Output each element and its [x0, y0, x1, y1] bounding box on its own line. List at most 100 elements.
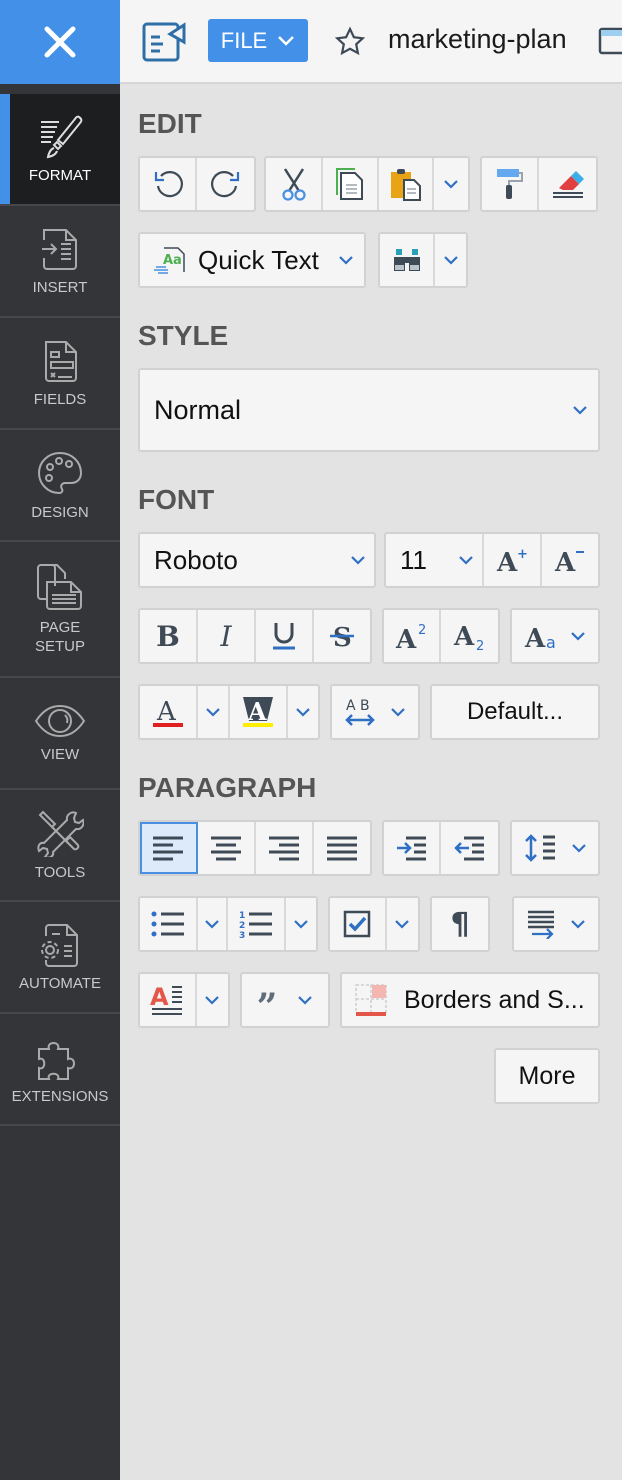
svg-text:A: A: [247, 697, 267, 726]
borders-and-shading-button[interactable]: Borders and S...: [340, 972, 600, 1028]
decrease-font-button[interactable]: A: [542, 534, 598, 586]
text-color-icon: A: [153, 697, 183, 727]
paste-options-dropdown[interactable]: [434, 158, 468, 210]
decrease-indent-button[interactable]: [441, 822, 498, 874]
paste-button[interactable]: [379, 158, 435, 210]
find-button[interactable]: [380, 234, 436, 286]
align-left-icon: [153, 836, 183, 861]
chevron-down-icon: [206, 708, 220, 717]
numbered-list-icon: 123: [239, 911, 272, 939]
document-icon[interactable]: [142, 22, 188, 62]
increase-indent-button[interactable]: [384, 822, 442, 874]
svg-text:A: A: [395, 625, 417, 651]
checklist-button[interactable]: [330, 898, 387, 950]
undo-button[interactable]: [140, 158, 198, 210]
find-options-dropdown[interactable]: [435, 234, 466, 286]
align-right-icon: [269, 836, 299, 861]
change-case-dropdown[interactable]: Aa: [510, 608, 600, 664]
quick-text-dropdown[interactable]: Aa Quick Text: [138, 232, 366, 288]
chevron-down-icon: [571, 920, 585, 929]
numbered-list-dropdown[interactable]: [286, 898, 316, 950]
paint-roller-icon: [496, 169, 523, 199]
sidebar-item-design[interactable]: DESIGN: [0, 430, 120, 542]
chevron-down-icon: [205, 996, 220, 1005]
sidebar-item-insert[interactable]: INSERT: [0, 206, 120, 318]
text-color-dropdown[interactable]: [198, 686, 230, 738]
cut-button[interactable]: [266, 158, 324, 210]
bulleted-list-dropdown[interactable]: [198, 898, 228, 950]
align-center-button[interactable]: [198, 822, 256, 874]
show-formatting-button[interactable]: ¶: [430, 896, 490, 952]
superscript-button[interactable]: A2: [384, 610, 442, 662]
sidebar-label: AUTOMATE: [19, 974, 101, 992]
font-size-select[interactable]: 11: [386, 534, 484, 586]
more-label: More: [518, 1061, 576, 1090]
more-button[interactable]: More: [494, 1048, 600, 1104]
bold-button[interactable]: B: [140, 610, 198, 662]
format-painter-button[interactable]: [482, 158, 540, 210]
sidebar-label: EXTENSIONS: [11, 1087, 109, 1105]
numbered-list-button[interactable]: 123: [228, 898, 286, 950]
font-heading: FONT: [138, 484, 215, 515]
svg-text:2: 2: [239, 921, 245, 931]
quote-dropdown[interactable]: ”: [240, 972, 330, 1028]
bulleted-list-button[interactable]: [140, 898, 198, 950]
align-right-button[interactable]: [256, 822, 314, 874]
character-spacing-dropdown[interactable]: A B: [330, 684, 420, 740]
document-name[interactable]: marketing-plan: [388, 24, 567, 55]
chevron-down-icon: [443, 256, 458, 265]
sidebar-item-extensions[interactable]: EXTENSIONS: [0, 1014, 120, 1126]
sidebar-item-format[interactable]: FORMAT: [0, 94, 120, 206]
chevron-down-icon: [278, 35, 295, 46]
folder-icon[interactable]: [598, 26, 622, 56]
justify-icon: [327, 836, 357, 861]
line-spacing-dropdown[interactable]: [510, 820, 600, 876]
text-color-button[interactable]: A: [140, 686, 198, 738]
redo-button[interactable]: [197, 158, 254, 210]
svg-text:1: 1: [239, 911, 245, 921]
svg-text:A B: A B: [346, 698, 370, 714]
eraser-icon: [552, 171, 584, 198]
quick-text-label: Quick Text: [198, 244, 319, 275]
strikethrough-button[interactable]: S: [314, 610, 370, 662]
indent-group: [382, 820, 500, 876]
star-icon[interactable]: [334, 26, 366, 58]
align-left-button[interactable]: [140, 822, 198, 874]
sidebar-item-page-setup[interactable]: PAGE SETUP: [0, 542, 120, 678]
borders-icon: [355, 984, 387, 1016]
default-font-button[interactable]: Default...: [430, 684, 600, 740]
increase-font-button[interactable]: A +: [484, 534, 542, 586]
font-family-select[interactable]: Roboto: [138, 532, 376, 588]
font-size-group: 11 A + A: [384, 532, 600, 588]
copy-button[interactable]: [323, 158, 379, 210]
clear-formatting-button[interactable]: [539, 158, 596, 210]
top-bar: FILE marketing-plan: [0, 0, 622, 84]
subscript-icon: A2: [453, 622, 484, 651]
indent-icon: [396, 836, 426, 861]
style-select[interactable]: Normal: [138, 368, 600, 452]
text-style-group: B I S: [138, 608, 372, 664]
sidebar-item-view[interactable]: VIEW: [0, 678, 120, 790]
file-menu-button[interactable]: FILE: [208, 19, 308, 62]
checklist-dropdown[interactable]: [387, 898, 418, 950]
sidebar-item-tools[interactable]: TOOLS: [0, 790, 120, 902]
puzzle-icon: [38, 1041, 75, 1080]
scissors-icon: [282, 168, 306, 201]
justify-button[interactable]: [314, 822, 370, 874]
chevron-down-icon: [395, 920, 410, 929]
highlight-color-button[interactable]: A: [230, 686, 288, 738]
font-decrease-icon: A: [554, 548, 584, 574]
paragraph-style-button[interactable]: A: [140, 974, 197, 1026]
paragraph-style-dropdown[interactable]: [197, 974, 228, 1026]
italic-button[interactable]: I: [198, 610, 256, 662]
highlight-color-dropdown[interactable]: [288, 686, 318, 738]
subscript-button[interactable]: A2: [441, 610, 498, 662]
sidebar-item-automate[interactable]: AUTOMATE: [0, 902, 120, 1014]
text-direction-dropdown[interactable]: [512, 896, 600, 952]
close-button[interactable]: [0, 0, 120, 84]
fields-icon: [45, 340, 77, 382]
underline-button[interactable]: [256, 610, 314, 662]
paragraph-style-group: A: [138, 972, 230, 1028]
chevron-down-icon: [459, 556, 473, 565]
sidebar-item-fields[interactable]: FIELDS: [0, 318, 120, 430]
